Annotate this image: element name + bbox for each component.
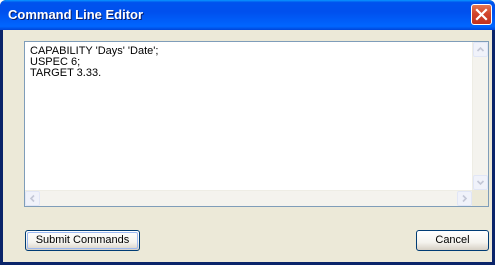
scroll-right-button[interactable]: [457, 191, 472, 206]
vertical-scrollbar[interactable]: [472, 42, 488, 190]
scroll-left-button[interactable]: [25, 191, 40, 206]
close-icon: [475, 8, 488, 21]
arrow-left-icon: [29, 194, 35, 203]
horizontal-scrollbar[interactable]: [25, 190, 472, 206]
submit-commands-button[interactable]: Submit Commands: [25, 230, 140, 251]
arrow-up-icon: [476, 46, 485, 52]
scroll-up-button[interactable]: [473, 42, 488, 57]
cancel-button[interactable]: Cancel: [416, 230, 489, 251]
arrow-down-icon: [476, 180, 485, 186]
command-text-area[interactable]: CAPABILITY 'Days' 'Date'; USPEC 6; TARGE…: [24, 41, 489, 207]
close-button[interactable]: [471, 4, 492, 25]
command-text[interactable]: CAPABILITY 'Days' 'Date'; USPEC 6; TARGE…: [30, 46, 158, 79]
command-line-editor-window: Command Line Editor CAPABILITY 'Days' 'D…: [0, 0, 495, 265]
dialog-body: CAPABILITY 'Days' 'Date'; USPEC 6; TARGE…: [3, 30, 492, 262]
scrollbar-corner: [472, 190, 488, 206]
title-bar[interactable]: Command Line Editor: [0, 0, 495, 30]
arrow-right-icon: [462, 194, 468, 203]
window-title: Command Line Editor: [8, 7, 144, 22]
scroll-down-button[interactable]: [473, 175, 488, 190]
